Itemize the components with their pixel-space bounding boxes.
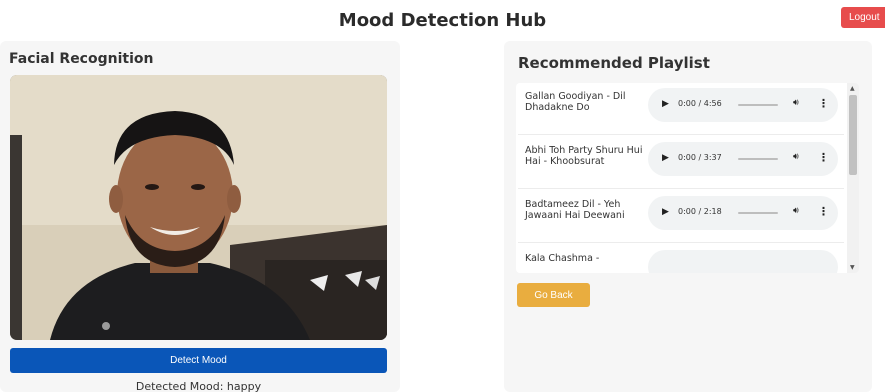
track-item: Kala Chashma - — [518, 245, 844, 273]
webcam-feed — [10, 75, 387, 340]
track-title: Abhi Toh Party Shuru Hui Hai - Khoobsura… — [525, 145, 643, 167]
track-item: Gallan Goodiyan - Dil Dhadakne Do ▶ 0:00… — [518, 83, 844, 135]
play-icon[interactable]: ▶ — [662, 207, 674, 219]
facial-recognition-heading: Facial Recognition — [9, 51, 154, 67]
audio-player[interactable] — [648, 250, 838, 273]
audio-player[interactable]: ▶ 0:00 / 4:56 🔊︎ ⋮ — [648, 88, 838, 122]
more-vertical-icon[interactable]: ⋮ — [818, 205, 829, 218]
track-title: Badtameez Dil - Yeh Jawaani Hai Deewani — [525, 199, 625, 221]
volume-icon[interactable]: 🔊︎ — [793, 98, 799, 108]
detect-mood-button[interactable]: Detect Mood — [10, 348, 387, 373]
track-time: 0:00 / 4:56 — [678, 99, 722, 108]
track-title: Kala Chashma - — [525, 253, 600, 264]
play-icon[interactable]: ▶ — [662, 153, 674, 165]
progress-bar[interactable] — [738, 212, 778, 214]
webcam-image — [10, 75, 387, 340]
audio-player[interactable]: ▶ 0:00 / 2:18 🔊︎ ⋮ — [648, 196, 838, 230]
app-title: Mood Detection Hub — [338, 10, 547, 31]
playlist-list[interactable]: Gallan Goodiyan - Dil Dhadakne Do ▶ 0:00… — [516, 83, 859, 273]
detected-mood-text: Detected Mood: happy — [135, 380, 262, 392]
go-back-button[interactable]: Go Back — [517, 283, 590, 307]
scroll-down-arrow-icon[interactable]: ▼ — [850, 264, 855, 271]
audio-player[interactable]: ▶ 0:00 / 3:37 🔊︎ ⋮ — [648, 142, 838, 176]
more-vertical-icon[interactable]: ⋮ — [818, 151, 829, 164]
page: Mood Detection Hub Logout Facial Recogni… — [0, 0, 885, 392]
track-time: 0:00 / 2:18 — [678, 207, 722, 216]
track-time: 0:00 / 3:37 — [678, 153, 722, 162]
playlist-scrollbar[interactable]: ▲ ▼ — [847, 83, 859, 273]
volume-icon[interactable]: 🔊︎ — [793, 206, 799, 216]
play-icon[interactable]: ▶ — [662, 99, 674, 111]
more-vertical-icon[interactable]: ⋮ — [818, 97, 829, 110]
track-title: Gallan Goodiyan - Dil Dhadakne Do — [525, 91, 626, 113]
progress-bar[interactable] — [738, 158, 778, 160]
volume-icon[interactable]: 🔊︎ — [793, 152, 799, 162]
track-item: Badtameez Dil - Yeh Jawaani Hai Deewani … — [518, 191, 844, 243]
playlist-heading: Recommended Playlist — [518, 54, 710, 72]
logout-button[interactable]: Logout — [841, 7, 885, 28]
playlist-panel: Recommended Playlist Gallan Goodiyan - D… — [504, 41, 872, 392]
scroll-up-arrow-icon[interactable]: ▲ — [850, 85, 855, 92]
track-item: Abhi Toh Party Shuru Hui Hai - Khoobsura… — [518, 137, 844, 189]
facial-recognition-panel: Facial Recognition Detect Mood Detected … — [0, 41, 400, 392]
progress-bar[interactable] — [738, 104, 778, 106]
scroll-thumb[interactable] — [849, 95, 857, 175]
